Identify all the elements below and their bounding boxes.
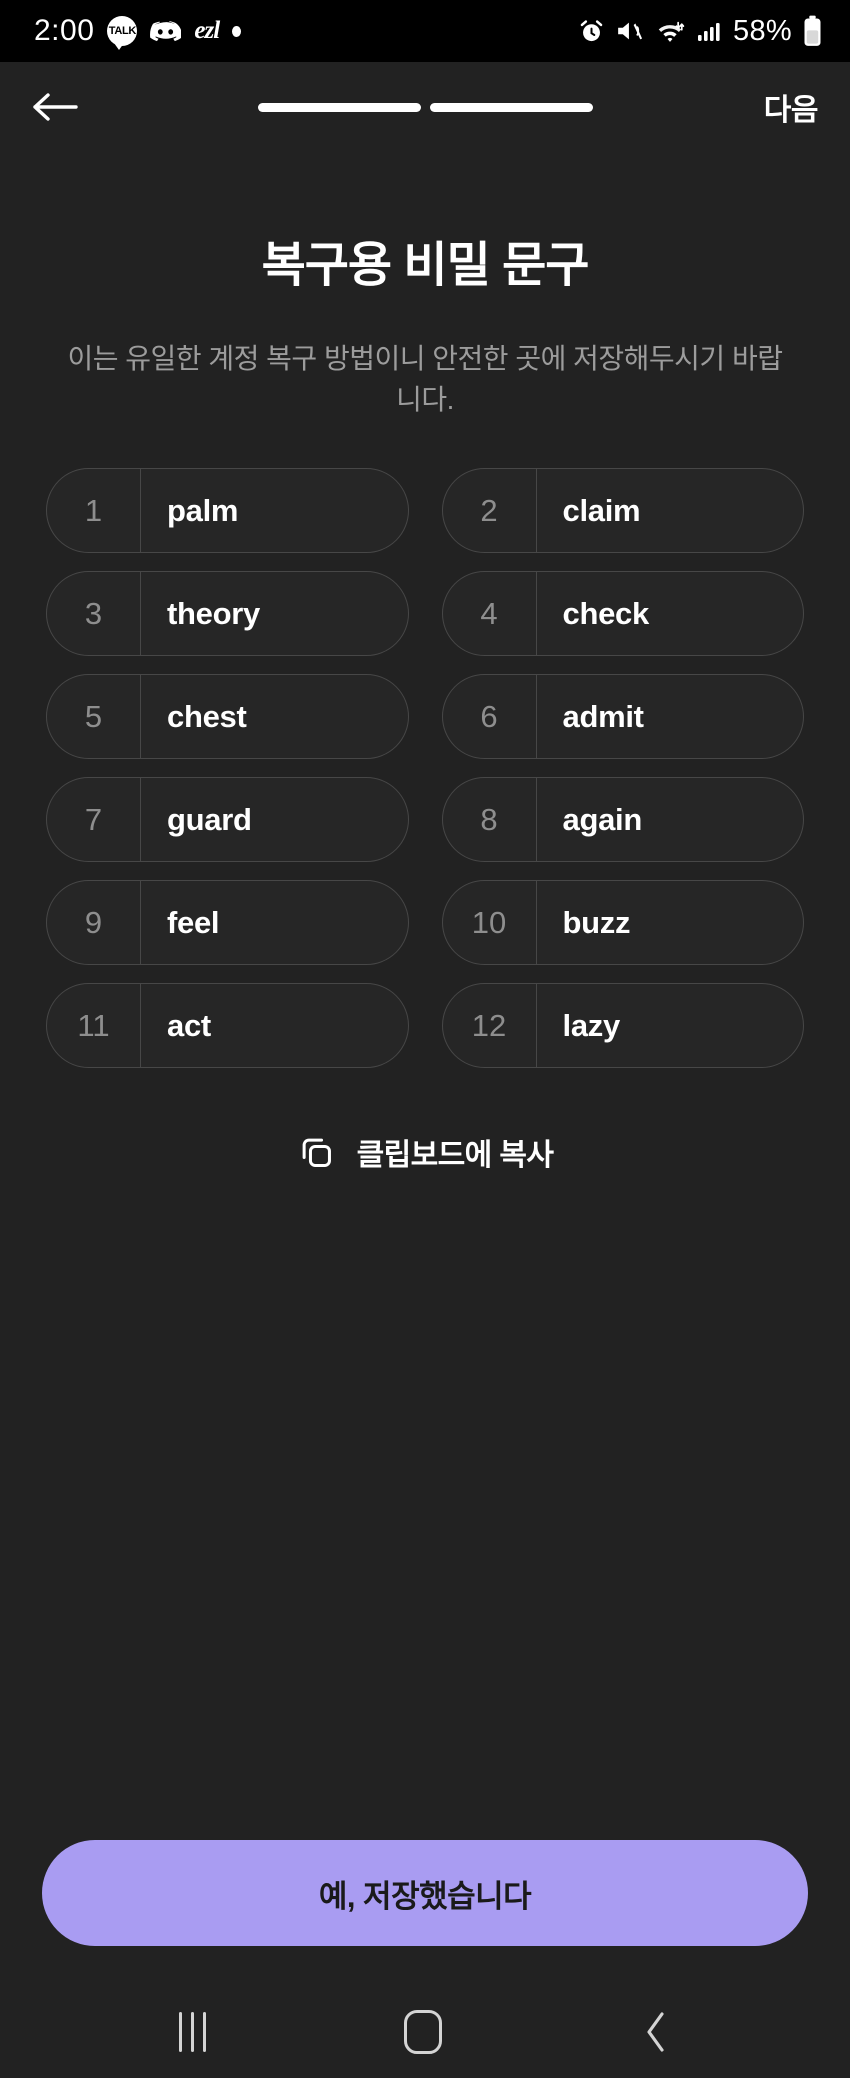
- copy-to-clipboard-label: 클립보드에 복사: [356, 1139, 554, 1173]
- kakaotalk-icon: TALK: [107, 16, 138, 50]
- status-bar-clock: 2:00: [34, 14, 95, 47]
- word-chip-index: 6: [443, 675, 537, 759]
- word-chip-word: lazy: [562, 1007, 621, 1043]
- status-bar-right: 58%: [578, 15, 822, 48]
- battery-percent-label: 58%: [733, 14, 792, 47]
- phone-screen: 2:00 TALK ezl 58% 다음 복구용 비밀 문구 이는 유일한 계정…: [0, 0, 850, 2078]
- word-chip[interactable]: 3 theory: [46, 571, 409, 657]
- word-chip-index: 3: [47, 572, 141, 656]
- arrow-left-icon: [33, 93, 78, 121]
- word-chip-index: 7: [47, 778, 141, 862]
- word-chip[interactable]: 8 again: [441, 777, 804, 863]
- word-chip-word: buzz: [562, 904, 631, 940]
- copy-to-clipboard-button[interactable]: 클립보드에 복사: [0, 1130, 850, 1174]
- word-chip-word: claim: [562, 492, 641, 528]
- alarm-icon: [578, 18, 605, 45]
- word-chip[interactable]: 7 guard: [46, 777, 409, 863]
- word-chip-word: act: [167, 1007, 211, 1043]
- main-content: 복구용 비밀 문구 이는 유일한 계정 복구 방법이니 안전한 곳에 저장해두시…: [0, 152, 850, 1986]
- word-chip-word: feel: [167, 904, 220, 940]
- top-nav-bar: 다음: [0, 62, 850, 152]
- word-chip[interactable]: 4 check: [441, 571, 804, 657]
- word-chip-index: 4: [443, 572, 537, 656]
- discord-icon: [150, 19, 183, 43]
- word-chip-index: 8: [443, 778, 537, 862]
- signal-icon: [696, 19, 722, 43]
- word-chip-word: check: [562, 595, 650, 631]
- page-title: 복구용 비밀 문구: [261, 239, 590, 292]
- recovery-phrase-grid: 1 palm 2 claim 3 theory 4 check 5 chest …: [0, 468, 850, 1069]
- home-icon[interactable]: [404, 2010, 443, 2054]
- word-chip-index: 11: [47, 984, 141, 1068]
- word-chip[interactable]: 11 act: [46, 983, 409, 1069]
- dot-icon: [232, 25, 242, 37]
- word-chip[interactable]: 2 claim: [441, 468, 804, 554]
- word-chip[interactable]: 12 lazy: [441, 983, 804, 1069]
- word-chip-index: 9: [47, 881, 141, 965]
- mute-vibrate-icon: [616, 18, 644, 44]
- word-chip-index: 1: [47, 469, 141, 553]
- status-bar-left: 2:00 TALK ezl: [34, 14, 242, 50]
- word-chip[interactable]: 10 buzz: [441, 880, 804, 966]
- recents-icon[interactable]: [179, 2012, 207, 2052]
- next-button[interactable]: 다음: [764, 85, 819, 129]
- back-chevron-icon[interactable]: [641, 2009, 671, 2055]
- word-chip-index: 2: [443, 469, 537, 553]
- word-chip-word: admit: [562, 698, 644, 734]
- word-chip-index: 5: [47, 675, 141, 759]
- saved-confirm-button[interactable]: 예, 저장했습니다: [42, 1840, 808, 1946]
- progress-segment-2: [429, 102, 593, 112]
- word-chip[interactable]: 6 admit: [441, 674, 804, 760]
- word-chip-word: chest: [167, 698, 247, 734]
- wifi-icon: [655, 18, 685, 44]
- word-chip-word: palm: [167, 492, 239, 528]
- word-chip-word: again: [562, 801, 643, 837]
- copy-icon: [297, 1133, 335, 1171]
- word-chip[interactable]: 9 feel: [46, 880, 409, 966]
- word-chip[interactable]: 5 chest: [46, 674, 409, 760]
- ezl-logo-icon: ezl: [194, 17, 220, 44]
- word-chip-index: 12: [443, 984, 537, 1068]
- progress-indicator: [0, 62, 850, 152]
- status-bar: 2:00 TALK ezl 58%: [0, 0, 850, 62]
- battery-icon: [803, 15, 822, 47]
- page-description: 이는 유일한 계정 복구 방법이니 안전한 곳에 저장해두시기 바랍니다.: [67, 343, 784, 415]
- back-button[interactable]: [32, 77, 92, 137]
- progress-segment-1: [257, 102, 421, 112]
- system-nav-bar: [0, 1986, 850, 2078]
- word-chip-word: theory: [167, 595, 260, 631]
- word-chip-index: 10: [443, 881, 537, 965]
- word-chip-word: guard: [167, 801, 252, 837]
- primary-action-container: 예, 저장했습니다: [0, 1840, 850, 1986]
- word-chip[interactable]: 1 palm: [46, 468, 409, 554]
